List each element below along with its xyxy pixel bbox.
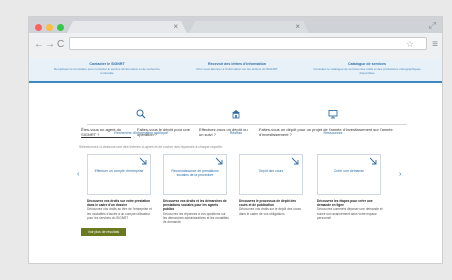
card-description: Découvrez vos droits sur votre prestatio… xyxy=(87,199,153,220)
header-column-title[interactable]: Contacter le SIGNRT xyxy=(47,62,167,66)
instruction-text: Sélectionnez ci-dessous une des thèmes c… xyxy=(79,145,223,149)
minimize-window-button[interactable] xyxy=(46,24,53,31)
header-column-desc: Consultez le catalogue de services des o… xyxy=(313,67,421,75)
card-desc-title: Découvrez le processus de dépôt des cour… xyxy=(239,199,297,208)
browser-toolbar: ← → C ☆ ≡ xyxy=(29,33,442,59)
question-tab-3[interactable]: Effectuez-vous un dépôt ou un suivi ? xyxy=(199,127,253,137)
section-divider xyxy=(87,124,407,125)
browser-tab-2[interactable]: × xyxy=(189,21,309,33)
header-column-desc: Pour vous abonner à l'information sur le… xyxy=(196,67,278,71)
card-description: Découvrez vos droits et les démarches de… xyxy=(163,199,229,224)
card-description: Découvrez les étapes pour créer une dema… xyxy=(317,199,383,220)
header-column-contact[interactable]: Contacter le SIGNRT Remplissez le formul… xyxy=(47,62,167,75)
external-link-icon xyxy=(139,157,147,165)
browser-tab-1[interactable]: × xyxy=(67,21,187,33)
question-tab-1[interactable]: Êtes-vous un agent du SIGNRT ? xyxy=(81,127,131,138)
browser-chrome: × × ⤢ ← → C ☆ ≡ xyxy=(29,17,442,59)
card-desc-title: Découvrez vos droits et les démarches de… xyxy=(163,199,227,212)
window-controls xyxy=(35,24,64,31)
header-column-title[interactable]: Catalogue de services xyxy=(307,62,427,66)
section-nav: Recherche d'information publique Réseau … xyxy=(29,109,442,135)
external-link-icon xyxy=(291,157,299,165)
external-link-icon xyxy=(369,157,377,165)
header-column-catalogue[interactable]: Catalogue de services Consultez le catal… xyxy=(307,62,427,75)
card-title: Reconnaissance de prestations sociales d… xyxy=(171,169,219,178)
search-icon xyxy=(136,109,146,119)
card-desc-body: Découvrez vos droits sur le dépôt des co… xyxy=(239,207,302,216)
header-column-desc: Remplissez le formulaire pour contacter … xyxy=(54,67,160,75)
address-bar[interactable]: ☆ xyxy=(69,37,427,50)
see-more-button[interactable]: Voir plus de résultats xyxy=(81,228,126,236)
card-title: Créer une demande xyxy=(333,169,365,173)
close-window-button[interactable] xyxy=(35,24,42,31)
external-link-icon xyxy=(215,157,223,165)
carousel-prev-arrow-icon[interactable]: ‹ xyxy=(77,171,79,178)
building-icon xyxy=(232,110,240,119)
reload-icon[interactable]: C xyxy=(57,40,64,50)
card-description: Découvrez le processus de dépôt des cour… xyxy=(239,199,305,216)
card-desc-title: Découvrez vos droits sur votre prestatio… xyxy=(87,199,151,208)
forward-arrow-icon[interactable]: → xyxy=(45,40,55,50)
monitor-icon xyxy=(328,110,338,119)
browser-menu-icon[interactable]: ≡ xyxy=(432,40,438,50)
tab-close-icon[interactable]: × xyxy=(173,22,178,32)
tab-close-icon[interactable]: × xyxy=(295,22,300,32)
service-card[interactable]: Reconnaissance de prestations sociales d… xyxy=(163,154,227,195)
carousel-next-arrow-icon[interactable]: › xyxy=(399,171,401,178)
card-desc-body: Découvrez vos droits au titre de l'entre… xyxy=(87,207,152,220)
bookmark-star-icon[interactable]: ☆ xyxy=(406,38,414,50)
browser-window: × × ⤢ ← → C ☆ ≡ Contacter le SIGNRT Remp… xyxy=(28,16,443,264)
fullscreen-icon[interactable]: ⤢ xyxy=(429,20,436,31)
card-title: Dépôt des cours xyxy=(258,169,284,173)
card-desc-body: Découvrez les réponses à vos questions s… xyxy=(163,211,229,225)
card-desc-body: Découvrez comment déposer une demande et… xyxy=(317,207,383,220)
question-tab-4[interactable]: Faites-vous un dépôt pour un projet de l… xyxy=(259,127,409,137)
info-header-band: Contacter le SIGNRT Remplissez le formul… xyxy=(29,59,442,83)
header-column-newsletter[interactable]: Recevoir des lettres d'information Pour … xyxy=(177,62,297,71)
maximize-window-button[interactable] xyxy=(57,24,64,31)
service-card[interactable]: Effectuer un compte d'entreprise xyxy=(87,154,151,195)
card-title: Effectuer un compte d'entreprise xyxy=(94,169,144,173)
card-desc-title: Découvrez les étapes pour créer une dema… xyxy=(317,199,373,208)
back-arrow-icon[interactable]: ← xyxy=(34,40,44,50)
service-card[interactable]: Créer une demande xyxy=(317,154,381,195)
header-column-title[interactable]: Recevoir des lettres d'information xyxy=(177,62,297,66)
service-card[interactable]: Dépôt des cours xyxy=(239,154,303,195)
question-tab-2[interactable]: Faites-vous le dépôt pour une opération … xyxy=(137,127,195,137)
